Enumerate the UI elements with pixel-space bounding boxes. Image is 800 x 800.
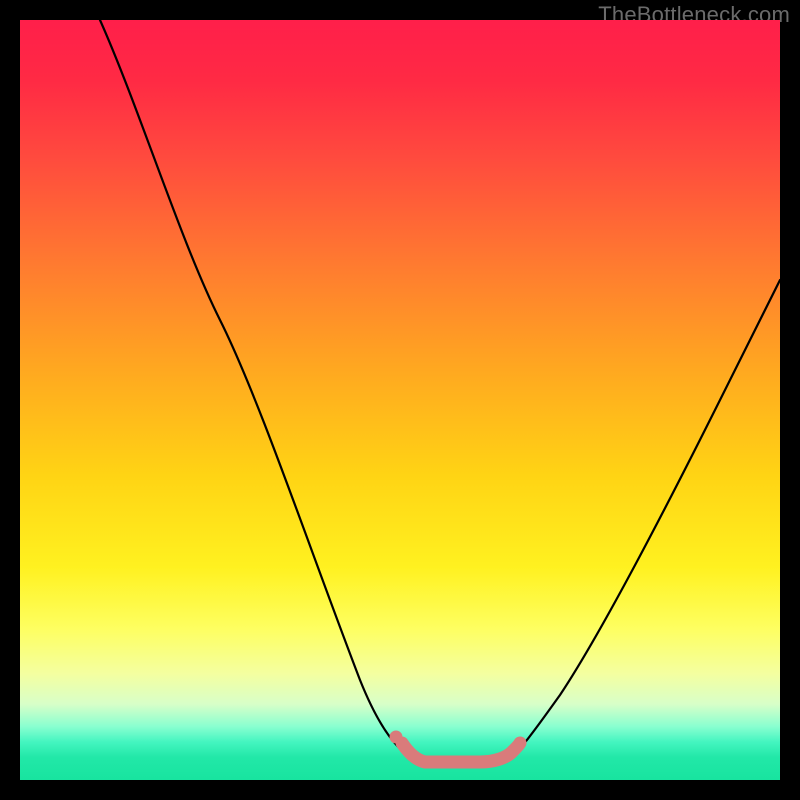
marker-dot-icon [390, 731, 403, 744]
chart-frame [20, 20, 780, 780]
bottleneck-curve-line [100, 20, 780, 762]
flat-range-marker-line [402, 743, 520, 762]
chart-svg [20, 20, 780, 780]
